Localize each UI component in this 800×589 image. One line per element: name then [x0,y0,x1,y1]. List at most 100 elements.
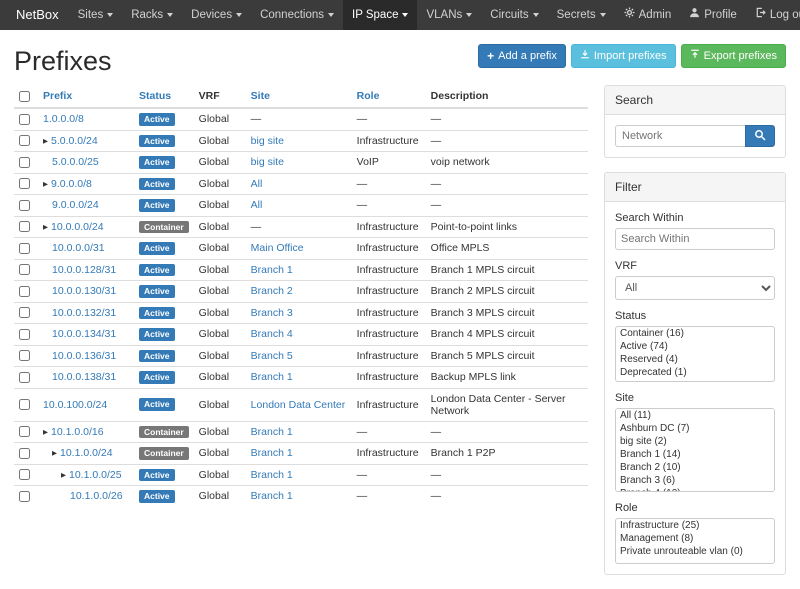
site-link[interactable]: Branch 1 [251,490,293,502]
site-link[interactable]: Branch 1 [251,264,293,276]
filter-option[interactable]: All (11) [616,409,774,422]
nav-item-vlans[interactable]: VLANs [417,0,481,30]
filter-option[interactable]: Branch 3 (6) [616,474,774,487]
status-filter-listbox[interactable]: Container (16)Active (74)Reserved (4)Dep… [615,326,775,382]
row-checkbox[interactable] [19,350,30,361]
filter-option[interactable]: Management (8) [616,532,774,545]
export-prefixes-button[interactable]: Export prefixes [681,44,786,68]
gear-icon [624,0,635,30]
filter-option[interactable]: Infrastructure (25) [616,519,774,532]
filter-option[interactable]: Container (16) [616,327,774,340]
prefix-link[interactable]: 10.1.0.0/25 [69,469,122,481]
prefix-link[interactable]: 10.1.0.0/26 [70,490,123,502]
filter-option[interactable]: Branch 1 (14) [616,448,774,461]
search-input[interactable] [615,125,745,147]
prefix-link[interactable]: 10.0.100.0/24 [43,399,107,411]
prefix-link[interactable]: 10.0.0.128/31 [52,264,116,276]
nav-item-circuits[interactable]: Circuits [481,0,547,30]
site-link[interactable]: Branch 1 [251,371,293,383]
row-checkbox[interactable] [19,329,30,340]
filter-option[interactable]: Private unrouteable vlan (0) [616,545,774,558]
site-link[interactable]: Branch 4 [251,328,293,340]
filter-option[interactable]: Deprecated (1) [616,366,774,379]
nav-item-ip-space[interactable]: IP Space [343,0,417,30]
app-brand[interactable]: NetBox [6,0,69,30]
status-badge: Active [139,285,175,298]
site-link[interactable]: Branch 1 [251,447,293,459]
search-within-input[interactable] [615,228,775,250]
row-checkbox[interactable] [19,221,30,232]
column-header-prefix[interactable]: Prefix [38,85,134,108]
filter-option[interactable]: Reserved (4) [616,353,774,366]
prefix-link[interactable]: 10.0.0.0/24 [51,221,104,233]
search-button[interactable] [745,125,775,147]
filter-option[interactable]: big site (2) [616,435,774,448]
prefix-link[interactable]: 10.0.0.136/31 [52,350,116,362]
site-link[interactable]: big site [251,156,284,168]
nav-item-profile[interactable]: Profile [680,0,746,30]
site-link[interactable]: Branch 1 [251,426,293,438]
site-link[interactable]: Branch 5 [251,350,293,362]
row-checkbox[interactable] [19,178,30,189]
prefix-link[interactable]: 10.1.0.0/24 [60,447,113,459]
filter-option[interactable]: Branch 2 (10) [616,461,774,474]
site-link[interactable]: Branch 2 [251,285,293,297]
nav-item-devices[interactable]: Devices [182,0,251,30]
prefix-link[interactable]: 10.0.0.134/31 [52,328,116,340]
site-link[interactable]: All [251,199,263,211]
row-checkbox[interactable] [19,426,30,437]
top-navbar: NetBox Sites Racks Devices Connections I… [0,0,800,30]
nav-item-connections[interactable]: Connections [251,0,343,30]
prefix-link[interactable]: 9.0.0.0/24 [52,199,99,211]
site-link[interactable]: Branch 1 [251,469,293,481]
filter-option[interactable]: Active (74) [616,340,774,353]
select-all-checkbox[interactable] [19,91,30,102]
import-prefixes-button[interactable]: Import prefixes [571,44,676,68]
prefix-link[interactable]: 1.0.0.0/8 [43,113,84,125]
row-checkbox[interactable] [19,399,30,410]
prefix-link[interactable]: 10.0.0.132/31 [52,307,116,319]
prefix-link[interactable]: 10.0.0.138/31 [52,371,116,383]
vrf-filter-select[interactable]: All [615,276,775,300]
site-link[interactable]: Branch 3 [251,307,293,319]
nav-item-admin[interactable]: Admin [615,0,681,30]
row-checkbox[interactable] [19,448,30,459]
site-link[interactable]: Main Office [251,242,304,254]
site-link[interactable]: All [251,178,263,190]
column-header-role[interactable]: Role [352,85,426,108]
site-cell: Branch 5 [246,345,352,367]
filter-option[interactable]: Branch 4 (12) [616,487,774,492]
prefix-link[interactable]: 5.0.0.0/24 [51,135,98,147]
row-checkbox[interactable] [19,286,30,297]
nav-item-secrets[interactable]: Secrets [548,0,615,30]
filter-option[interactable]: Ashburn DC (7) [616,422,774,435]
role-filter-listbox[interactable]: Infrastructure (25)Management (8)Private… [615,518,775,564]
nav-item-racks[interactable]: Racks [122,0,182,30]
site-link[interactable]: London Data Center [251,399,346,411]
nav-item-logout[interactable]: Log out [746,0,800,30]
row-checkbox[interactable] [19,264,30,275]
row-checkbox[interactable] [19,372,30,383]
row-checkbox[interactable] [19,243,30,254]
prefix-link[interactable]: 10.0.0.130/31 [52,285,116,297]
description-cell: Point-to-point links [426,216,588,238]
row-checkbox[interactable] [19,157,30,168]
site-filter-listbox[interactable]: All (11)Ashburn DC (7)big site (2)Branch… [615,408,775,492]
row-checkbox[interactable] [19,200,30,211]
site-link[interactable]: big site [251,135,284,147]
add-prefix-button[interactable]: + Add a prefix [478,44,566,68]
prefix-link[interactable]: 9.0.0.0/8 [51,178,92,190]
table-row: 10.0.0.128/31ActiveGlobalBranch 1Infrast… [14,259,588,281]
row-checkbox[interactable] [19,307,30,318]
row-checkbox[interactable] [19,469,30,480]
row-checkbox[interactable] [19,491,30,502]
column-header-site[interactable]: Site [246,85,352,108]
nav-item-sites[interactable]: Sites [69,0,123,30]
prefix-link[interactable]: 10.1.0.0/16 [51,426,104,438]
row-checkbox[interactable] [19,135,30,146]
prefix-link[interactable]: 10.0.0.0/31 [52,242,105,254]
column-header-status[interactable]: Status [134,85,194,108]
prefix-link[interactable]: 5.0.0.0/25 [52,156,99,168]
row-checkbox[interactable] [19,114,30,125]
table-row: 10.1.0.0/26ActiveGlobalBranch 1—— [14,486,588,507]
